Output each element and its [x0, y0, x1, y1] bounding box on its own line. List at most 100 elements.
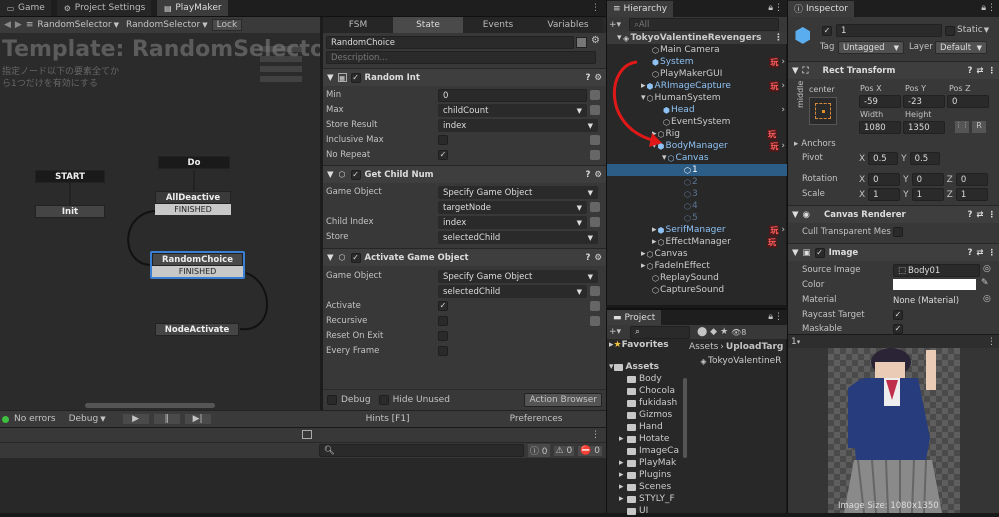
tree-item-1[interactable]: ⬡ 1 — [607, 164, 787, 176]
scale-z-field[interactable]: 1 — [955, 188, 988, 201]
help-icon[interactable]: ? — [585, 170, 590, 180]
debug-checkbox[interactable] — [327, 394, 337, 405]
step-button[interactable]: ▶| — [184, 414, 211, 424]
project-folder-item[interactable]: ImageCa — [607, 445, 687, 457]
settings-icon[interactable]: ⚙ — [594, 73, 602, 83]
help-icon[interactable]: ? — [967, 66, 972, 76]
play-button[interactable]: ▶ — [122, 414, 149, 424]
tree-item-serif-manager[interactable]: ▸ ⬢ SerifManager 玩 › — [607, 224, 787, 236]
rect-transform-header[interactable]: ▼ ⛶ Rect Transform ? ⇄ ⋮ — [788, 61, 999, 79]
variable-toggle-button[interactable] — [590, 316, 600, 326]
state-name-field[interactable]: RandomChoice — [326, 36, 574, 49]
foldout-arrow-icon[interactable]: ▸ — [619, 482, 627, 492]
project-folder-item[interactable]: ▸ Plugins — [607, 469, 687, 481]
project-folder-item[interactable]: ▸ STYLY_F — [607, 493, 687, 505]
project-folder-item[interactable]: Body — [607, 373, 687, 385]
pivot-y-field[interactable]: 0.5 — [909, 152, 940, 165]
eye-icon[interactable]: 👁︎8 — [731, 328, 746, 337]
random-int-enabled-checkbox[interactable]: ✓ — [350, 72, 361, 83]
menu-icon[interactable]: ⋮ — [774, 33, 787, 43]
hierarchy-search-input[interactable]: ⌕ All — [629, 18, 780, 31]
inclusive-max-checkbox[interactable] — [438, 135, 448, 145]
image-component-header[interactable]: ▼ ▣ ✓ Image ? ⇄ ⋮ — [788, 243, 999, 261]
variable-toggle-button[interactable] — [590, 150, 600, 160]
variable-toggle-button[interactable] — [590, 286, 600, 296]
tab-inspector[interactable]: ⓘ Inspector — [788, 0, 854, 17]
activate-go-enabled-checkbox[interactable]: ✓ — [350, 252, 361, 263]
tree-item-4[interactable]: ⬡ 4 — [607, 200, 787, 212]
help-icon[interactable]: ? — [967, 248, 972, 258]
activate-game-object-header[interactable]: ▼ ⬡ ✓ Activate Game Object ? ⚙ — [323, 248, 606, 266]
scale-y-field[interactable]: 1 — [911, 188, 944, 201]
description-field[interactable]: Description... — [326, 51, 596, 64]
finished-event-2[interactable]: FINISHED — [152, 266, 243, 277]
filter-icon[interactable]: ⬤ — [697, 327, 707, 337]
source-image-field[interactable]: ⬚ Body01 — [893, 264, 980, 277]
star-icon[interactable]: ★ — [720, 327, 728, 337]
init-state[interactable]: Init — [35, 205, 105, 218]
maskable-checkbox[interactable]: ✓ — [893, 324, 903, 334]
variable-toggle-button[interactable] — [590, 105, 600, 115]
assets-row[interactable]: ▾ Assets — [607, 361, 687, 373]
error-count-icon[interactable]: ⛔ 0 — [578, 445, 602, 456]
child-index-select[interactable]: index ▼ — [438, 216, 587, 229]
hide-unused-checkbox[interactable] — [378, 394, 389, 405]
variable-toggle-button[interactable] — [590, 90, 600, 100]
info-count-icon[interactable]: ⓘ 0 — [527, 444, 550, 457]
random-choice-state[interactable]: RandomChoice FINISHED — [150, 251, 245, 279]
project-folder-item[interactable]: Gizmos — [607, 409, 687, 421]
all-deactive-state[interactable]: AllDeactive FINISHED — [155, 191, 231, 215]
tag-select[interactable]: Untagged ▼ — [838, 41, 904, 54]
variable-toggle-button[interactable] — [590, 202, 600, 212]
graph-scrollbar[interactable] — [85, 403, 215, 408]
debug-dropdown[interactable]: Debug ▼ — [69, 414, 106, 424]
posy-field[interactable]: -23 — [903, 95, 945, 108]
console-search-input[interactable]: 🔍︎ — [318, 444, 524, 457]
window-menu-icon[interactable]: ⋮ — [774, 312, 783, 322]
breadcrumb-assets[interactable]: Assets — [689, 342, 718, 352]
foldout-arrow-icon[interactable]: ▼ — [792, 66, 799, 76]
random-int-header[interactable]: ▼ ▦ ✓ Random Int ? ⚙ — [323, 68, 606, 86]
state-selector[interactable]: RandomSelector ▼ — [126, 20, 208, 30]
tab-events[interactable]: Events — [463, 17, 533, 33]
project-folder-item[interactable]: UI — [607, 505, 687, 517]
label-icon[interactable]: ◆ — [710, 327, 717, 337]
color-swatch[interactable] — [893, 279, 976, 290]
hints-button[interactable]: Hints [F1] — [366, 414, 410, 424]
rotation-z-field[interactable]: 0 — [955, 173, 988, 186]
recursive-checkbox[interactable] — [438, 316, 448, 326]
tree-item-fade-in-effect[interactable]: ▸ ⬡ FadeInEffect — [607, 260, 787, 272]
cull-checkbox[interactable] — [893, 227, 903, 237]
game-object-mode-select[interactable]: Specify Game Object ▼ — [438, 186, 598, 199]
help-icon[interactable]: ? — [585, 73, 590, 83]
rotation-x-field[interactable]: 0 — [868, 173, 901, 186]
project-folder-item[interactable]: Hand — [607, 421, 687, 433]
get-child-num-header[interactable]: ▼ ⬡ ✓ Get Child Num ? ⚙ — [323, 165, 606, 183]
state-color-swatch[interactable] — [576, 37, 587, 48]
eyedropper-icon[interactable]: ✎ — [981, 278, 989, 288]
window-menu-icon[interactable]: ⋮ — [987, 3, 996, 13]
reset-on-exit-checkbox[interactable] — [438, 331, 448, 341]
project-folder-item[interactable]: fukidash — [607, 397, 687, 409]
active-checkbox[interactable]: ✓ — [822, 26, 832, 36]
project-folder-item[interactable]: Chocola — [607, 385, 687, 397]
action-browser-button[interactable]: Action Browser — [524, 392, 602, 407]
start-node[interactable]: START — [35, 170, 105, 183]
node-activate-state[interactable]: NodeActivate — [155, 323, 239, 336]
store-result-select[interactable]: index ▼ — [438, 119, 598, 132]
lock-button[interactable]: Lock — [211, 19, 243, 31]
preset-icon[interactable]: ⇄ — [976, 66, 983, 76]
anchor-preset-button[interactable] — [809, 97, 837, 125]
tab-project[interactable]: ▬ Project — [607, 309, 662, 326]
object-picker-icon[interactable]: ◎ — [983, 264, 991, 274]
image-enabled-checkbox[interactable]: ✓ — [814, 247, 825, 258]
blueprint-mode-button[interactable]: ⋮⋮ — [955, 121, 969, 133]
height-field[interactable]: 1350 — [903, 121, 945, 134]
activate-checkbox[interactable]: ✓ — [438, 301, 448, 311]
settings-icon[interactable]: ⚙ — [591, 35, 600, 46]
project-tree-scrollbar[interactable] — [683, 378, 687, 458]
game-object-mode-select[interactable]: Specify Game Object ▼ — [438, 270, 598, 283]
project-file-item[interactable]: ◈ TokyoValentineR — [699, 355, 781, 367]
every-frame-checkbox[interactable] — [438, 346, 448, 356]
project-folder-item[interactable]: ▸ Hotate — [607, 433, 687, 445]
